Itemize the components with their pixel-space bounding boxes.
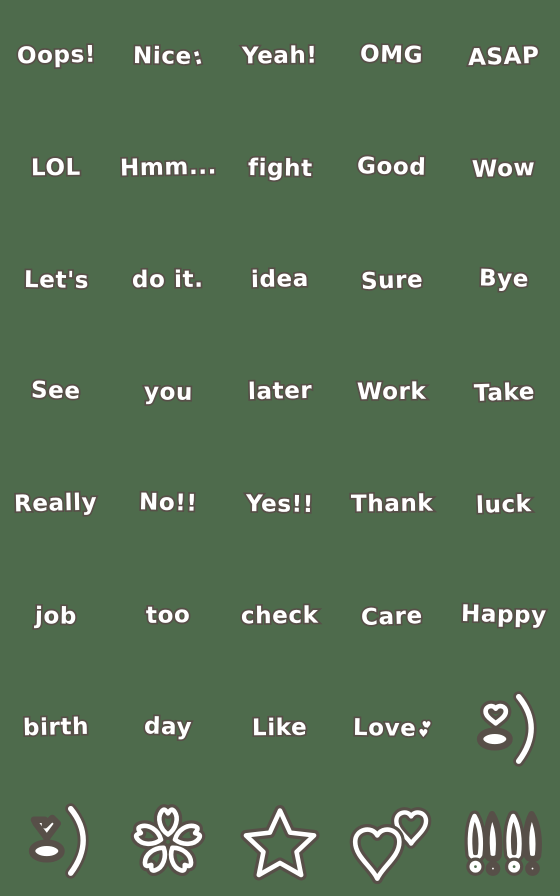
sticker-label: luck	[474, 489, 534, 520]
sticker-label: Take	[471, 377, 536, 408]
sticker-item-later[interactable]: later	[224, 336, 336, 448]
sticker-item-star[interactable]	[224, 784, 336, 896]
sticker-label: Nice:	[131, 41, 208, 72]
sticker-label-text: Nice	[131, 41, 194, 71]
sticker-label: ASAP	[466, 41, 542, 73]
sticker-label: Let's	[22, 265, 91, 295]
sticker-grid: Oops! Nice: Yeah! OMG ASAP LOL Hmm... fi…	[0, 0, 560, 896]
sticker-item-sure[interactable]: Sure	[336, 224, 448, 336]
sticker-item-yes[interactable]: Yes!!	[224, 448, 336, 560]
sticker-item-lets[interactable]: Let's	[0, 224, 112, 336]
heart-icon: ♥	[416, 724, 430, 741]
sticker-label-text: Love	[351, 713, 418, 743]
sticker-item-lol[interactable]: LOL	[0, 112, 112, 224]
sticker-label: Oops!	[15, 39, 98, 70]
sticker-label: fight	[246, 153, 315, 183]
sticker-item-asap[interactable]: ASAP	[448, 0, 560, 112]
face-arrow-eye-smile-icon	[28, 803, 89, 879]
sticker-item-fight[interactable]: fight	[224, 112, 336, 224]
face-heart-eye-smile-icon	[476, 691, 537, 767]
sticker-label: do it.	[130, 264, 205, 294]
sticker-label: Like	[251, 713, 310, 743]
sticker-label: job	[33, 601, 79, 631]
sticker-item-hmm[interactable]: Hmm...	[112, 112, 224, 224]
sticker-item-nice[interactable]: Nice:	[112, 0, 224, 112]
sticker-label: Yes!!	[244, 489, 316, 519]
sticker-item-love[interactable]: Love ♥ ♥	[336, 672, 448, 784]
sticker-label: No!!	[137, 487, 199, 518]
sticker-item-wow[interactable]: Wow	[448, 112, 560, 224]
sticker-label: Really	[12, 487, 99, 518]
sticker-item-birth[interactable]: birth	[0, 672, 112, 784]
sticker-item-yeah[interactable]: Yeah!	[224, 0, 336, 112]
sticker-label: idea	[249, 264, 311, 295]
sticker-item-job[interactable]: job	[0, 560, 112, 672]
sticker-label: Yeah!	[240, 40, 319, 70]
sticker-label: LOL	[29, 153, 82, 183]
cherry-blossom-icon	[130, 804, 206, 876]
sticker-item-cherry-blossom[interactable]	[112, 784, 224, 896]
sticker-item-oops[interactable]: Oops!	[0, 0, 112, 112]
sticker-item-you[interactable]: you	[112, 336, 224, 448]
sticker-item-idea[interactable]: idea	[224, 224, 336, 336]
sticker-label: day	[142, 711, 194, 742]
sticker-item-check[interactable]: check	[224, 560, 336, 672]
sticker-item-face-heart-eye[interactable]	[448, 672, 560, 784]
sticker-item-do-it[interactable]: do it.	[112, 224, 224, 336]
sticker-item-double-heart[interactable]	[336, 784, 448, 896]
double-heart-outline-icon	[349, 807, 432, 885]
sticker-label: birth	[21, 712, 91, 743]
sticker-label: Sure	[359, 265, 425, 296]
sticker-item-see[interactable]: See	[0, 336, 112, 448]
sticker-item-happy[interactable]: Happy	[448, 560, 560, 672]
sticker-label: Care	[359, 601, 425, 632]
sticker-label: Wow	[470, 153, 538, 184]
sticker-item-luck[interactable]: luck	[448, 448, 560, 560]
sticker-label: too	[144, 600, 192, 630]
sticker-label: Love ♥ ♥	[351, 713, 434, 743]
sticker-label: later	[246, 376, 314, 407]
sticker-item-really[interactable]: Really	[0, 448, 112, 560]
sticker-label: Work	[355, 376, 428, 406]
sticker-item-thank[interactable]: Thank	[336, 448, 448, 560]
sticker-item-good[interactable]: Good	[336, 112, 448, 224]
sticker-label: check	[239, 600, 320, 630]
sticker-item-face-arrow-eye[interactable]	[0, 784, 112, 896]
sticker-item-care[interactable]: Care	[336, 560, 448, 672]
four-exclamations-icon	[464, 810, 542, 876]
sticker-item-bye[interactable]: Bye	[448, 224, 560, 336]
sticker-label: OMG	[358, 39, 425, 70]
sticker-item-day[interactable]: day	[112, 672, 224, 784]
sticker-item-four-exclamations[interactable]	[448, 784, 560, 896]
sticker-label: Good	[355, 151, 428, 182]
sticker-label: See	[29, 375, 83, 406]
sticker-item-too[interactable]: too	[112, 560, 224, 672]
sticker-label: Happy	[459, 599, 549, 630]
tilted-colon-accent: :	[188, 41, 208, 72]
heart-accent-group: ♥ ♥	[416, 716, 433, 741]
sticker-label: Hmm...	[118, 151, 219, 182]
sticker-label: Thank	[349, 488, 435, 518]
sticker-item-no[interactable]: No!!	[112, 448, 224, 560]
sticker-label: you	[142, 377, 195, 407]
sticker-item-like[interactable]: Like	[224, 672, 336, 784]
star-outline-icon	[240, 805, 320, 881]
sticker-item-take[interactable]: Take	[448, 336, 560, 448]
sticker-label: Bye	[477, 263, 531, 294]
sticker-item-work[interactable]: Work	[336, 336, 448, 448]
sticker-item-omg[interactable]: OMG	[336, 0, 448, 112]
